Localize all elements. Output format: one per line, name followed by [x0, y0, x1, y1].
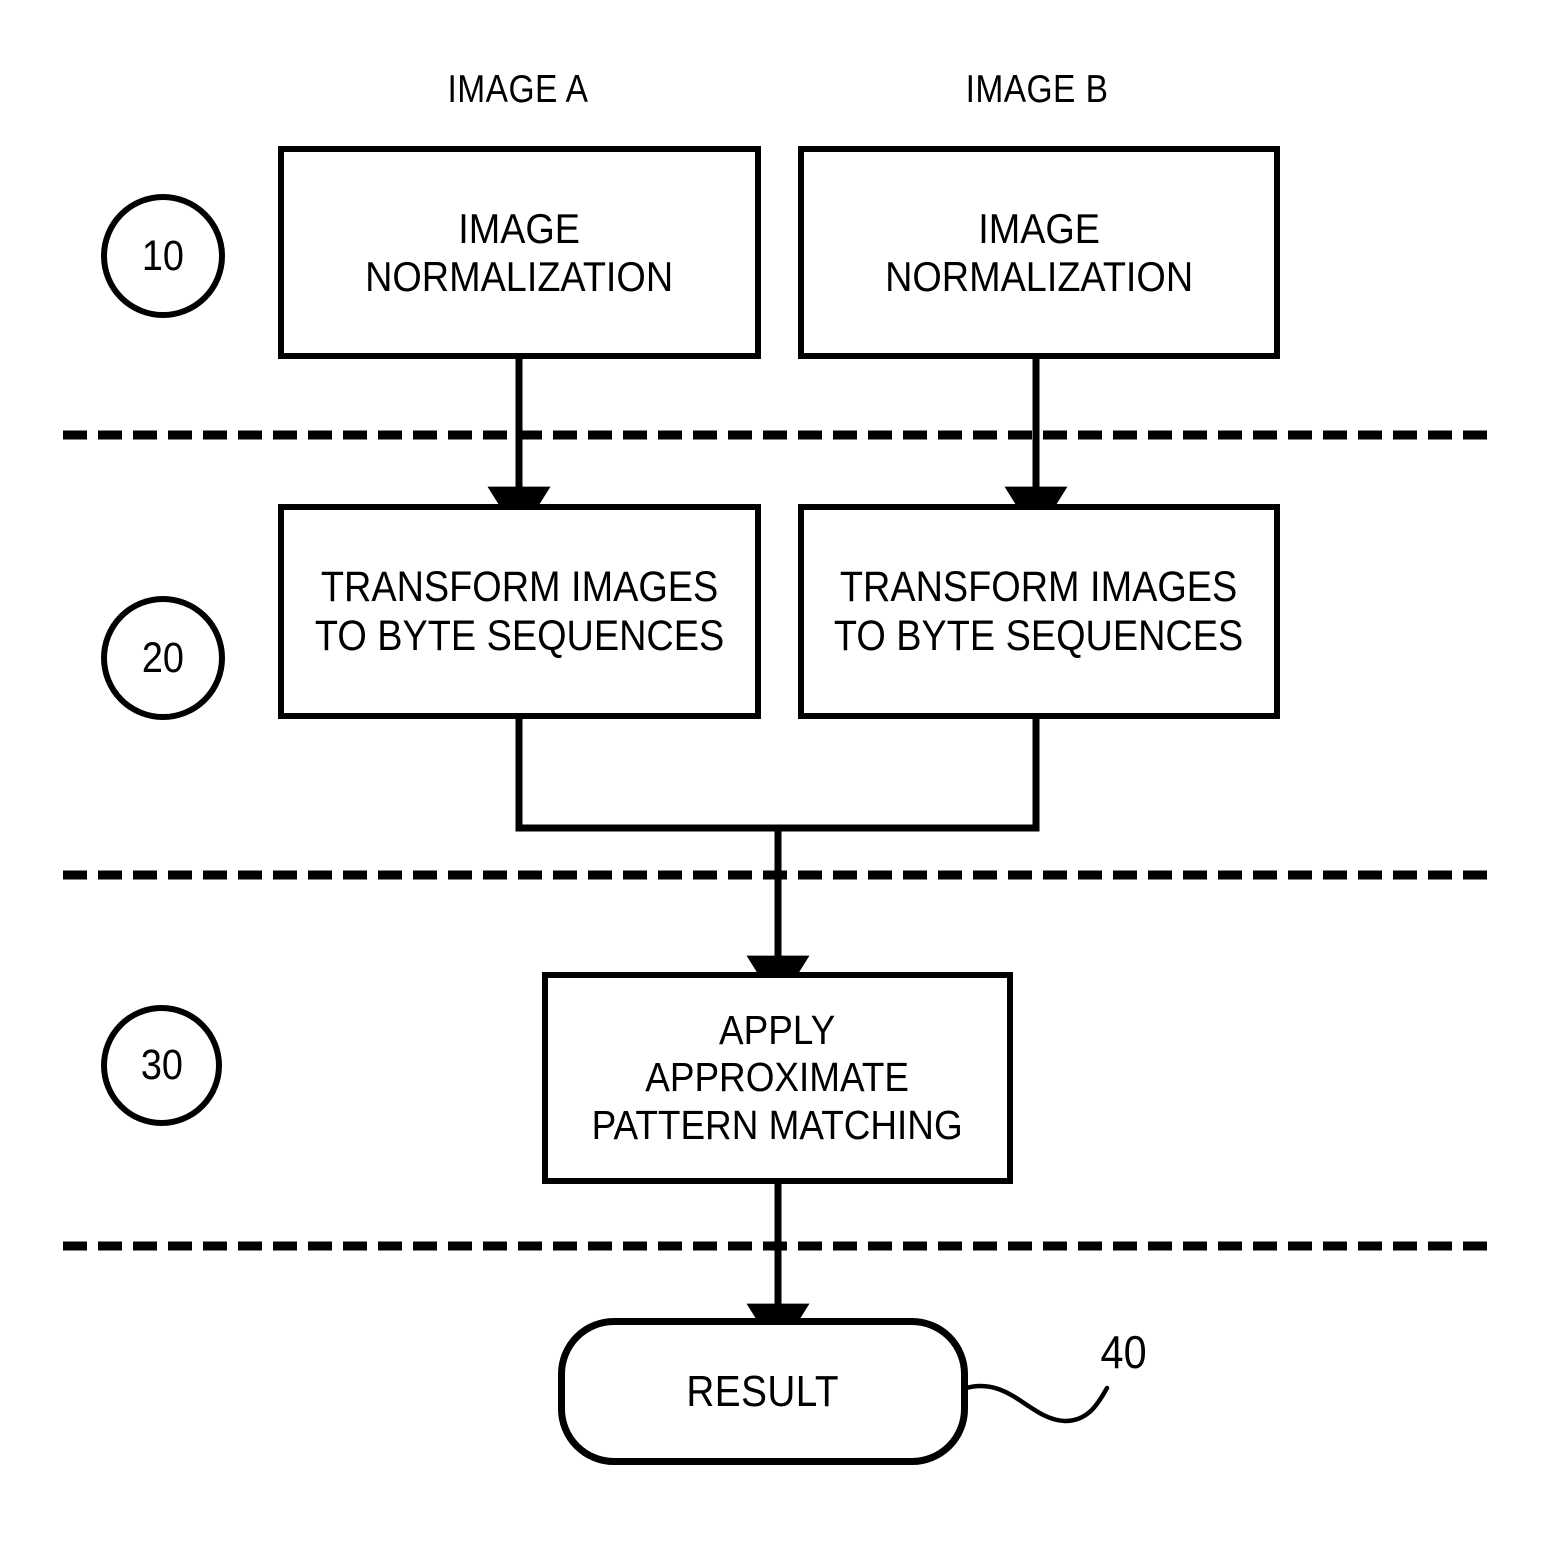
step-marker-10: 10 [101, 194, 225, 318]
column-header-image-b: IMAGE B [965, 68, 1109, 111]
flowchart-diagram: IMAGE A IMAGE B 10 20 30 IMAGE NORMALIZA… [0, 0, 1557, 1544]
process-box-b-normalization: IMAGE NORMALIZATION [798, 146, 1280, 359]
step-marker-10-number: 10 [141, 231, 185, 280]
column-header-image-a: IMAGE A [447, 68, 589, 111]
terminal-result: RESULT [558, 1318, 968, 1465]
reference-leader-line [963, 1383, 1110, 1424]
process-box-a-normalization-label: IMAGE NORMALIZATION [365, 205, 674, 300]
terminal-result-label: RESULT [686, 1366, 840, 1416]
process-box-pattern-matching-label: APPLY APPROXIMATE PATTERN MATCHING [591, 1006, 964, 1148]
diagram-connectors-layer [63, 359, 1489, 1424]
process-box-b-transform-label: TRANSFORM IMAGES TO BYTE SEQUENCES [834, 563, 1244, 660]
process-box-a-normalization: IMAGE NORMALIZATION [278, 146, 761, 359]
process-box-a-transform-label: TRANSFORM IMAGES TO BYTE SEQUENCES [314, 563, 725, 660]
step-marker-20-number: 20 [141, 633, 185, 682]
process-box-b-transform: TRANSFORM IMAGES TO BYTE SEQUENCES [798, 504, 1280, 719]
step-marker-20: 20 [101, 596, 225, 720]
step-marker-30-number: 30 [140, 1041, 183, 1089]
process-box-a-transform: TRANSFORM IMAGES TO BYTE SEQUENCES [278, 504, 761, 719]
reference-number-40: 40 [1100, 1326, 1147, 1378]
step-marker-30: 30 [101, 1005, 222, 1126]
merge-connector [515, 718, 1040, 832]
process-box-b-normalization-label: IMAGE NORMALIZATION [884, 205, 1193, 300]
process-box-pattern-matching: APPLY APPROXIMATE PATTERN MATCHING [542, 972, 1013, 1184]
